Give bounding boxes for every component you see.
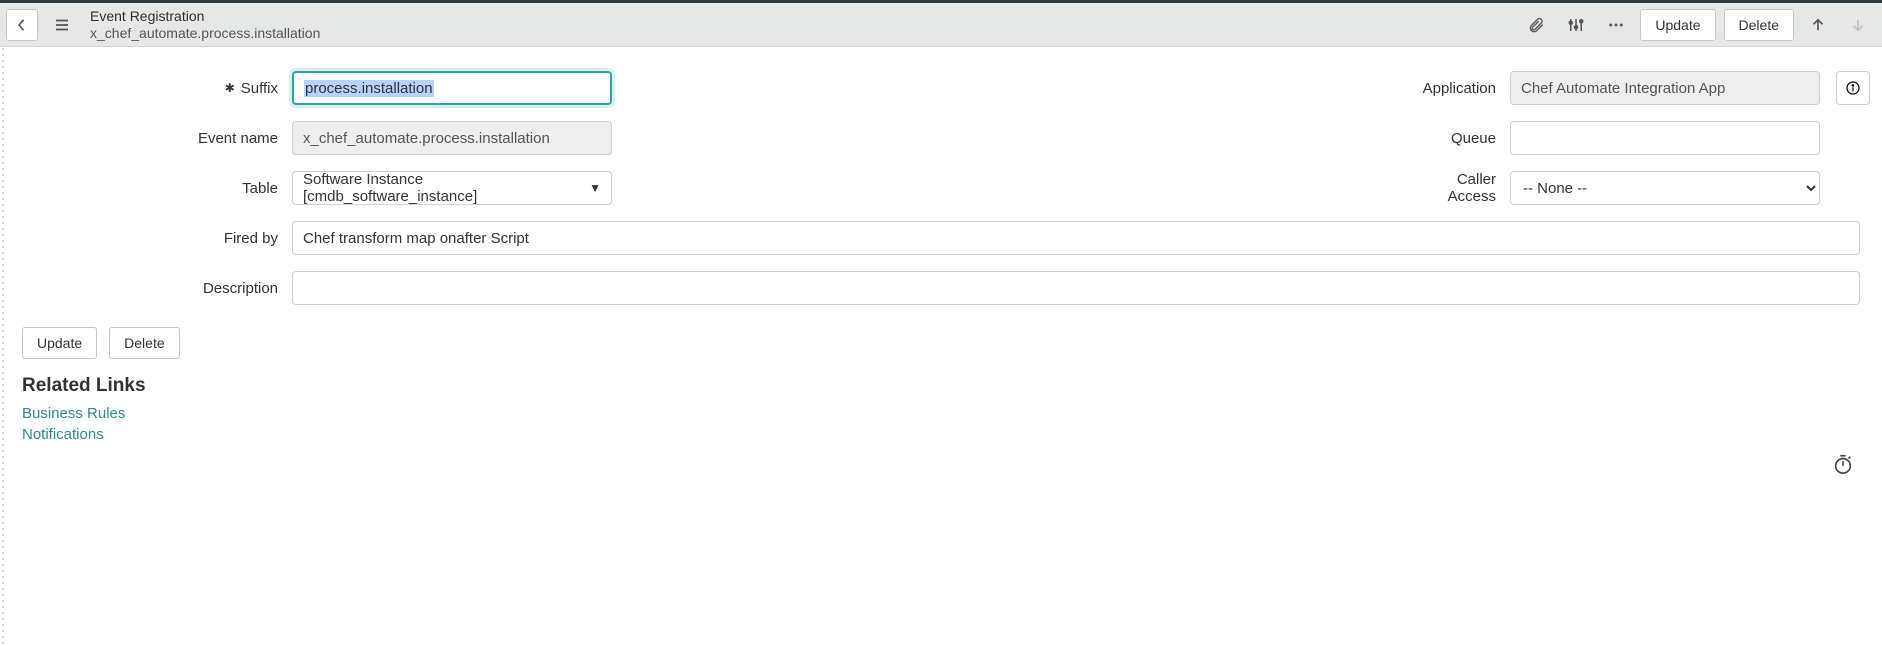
- label-description: Description: [22, 280, 292, 297]
- mandatory-icon: ✱: [225, 82, 235, 94]
- label-suffix: ✱ Suffix: [22, 80, 292, 97]
- description-input[interactable]: [292, 271, 1860, 305]
- suffix-input[interactable]: process.installation: [304, 80, 434, 97]
- form-content: ✱ Suffix process.installation Applicatio…: [0, 47, 1882, 443]
- delete-button-header[interactable]: Delete: [1724, 9, 1794, 41]
- stopwatch-icon: [1832, 453, 1854, 475]
- label-queue: Queue: [1410, 130, 1510, 147]
- label-fired-by: Fired by: [22, 230, 292, 247]
- caller-access-select[interactable]: -- None --: [1510, 171, 1820, 205]
- label-event-name: Event name: [22, 130, 292, 147]
- back-button[interactable]: [6, 9, 38, 41]
- application-value: Chef Automate Integration App: [1521, 80, 1725, 97]
- fired-by-input[interactable]: [292, 221, 1860, 255]
- form-header: Event Registration x_chef_automate.proce…: [0, 3, 1882, 47]
- more-horizontal-icon: [1607, 16, 1625, 34]
- table-select-value: Software Instance [cmdb_software_instanc…: [303, 171, 581, 205]
- label-caller-access: Caller Access: [1410, 171, 1510, 205]
- bottom-actions: Update Delete: [22, 327, 1860, 359]
- page-title: Event Registration: [90, 8, 320, 24]
- arrow-up-icon: [1809, 16, 1827, 34]
- context-menu-button[interactable]: [46, 9, 78, 41]
- related-links: Business Rules Notifications: [22, 405, 1860, 443]
- label-application: Application: [1410, 80, 1510, 97]
- personalize-form-button[interactable]: [1560, 9, 1592, 41]
- sliders-icon: [1567, 16, 1585, 34]
- fired-by-input-el[interactable]: [303, 222, 1849, 254]
- hamburger-icon: [53, 16, 71, 34]
- chevron-left-icon: [13, 16, 31, 34]
- info-icon: [1845, 80, 1861, 96]
- next-record-button[interactable]: [1842, 9, 1874, 41]
- application-info-button[interactable]: [1836, 71, 1870, 105]
- paperclip-icon: [1527, 16, 1545, 34]
- attachments-button[interactable]: [1520, 9, 1552, 41]
- header-right: Update Delete: [1520, 9, 1874, 41]
- event-name-value: x_chef_automate.process.installation: [303, 130, 550, 147]
- chevron-down-icon: ▼: [589, 181, 601, 195]
- queue-input-el[interactable]: [1521, 122, 1809, 154]
- link-notifications[interactable]: Notifications: [22, 426, 1860, 443]
- application-field: Chef Automate Integration App: [1510, 71, 1820, 105]
- queue-input[interactable]: [1510, 121, 1820, 155]
- description-input-el[interactable]: [303, 272, 1849, 304]
- update-button-bottom[interactable]: Update: [22, 327, 97, 359]
- delete-button-bottom[interactable]: Delete: [109, 327, 179, 359]
- response-time-button[interactable]: [1832, 453, 1854, 478]
- arrow-down-icon: [1849, 16, 1867, 34]
- label-suffix-text: Suffix: [241, 80, 278, 97]
- label-table: Table: [22, 180, 292, 197]
- more-options-button[interactable]: [1600, 9, 1632, 41]
- link-business-rules[interactable]: Business Rules: [22, 405, 1860, 422]
- previous-record-button[interactable]: [1802, 9, 1834, 41]
- table-select[interactable]: Software Instance [cmdb_software_instanc…: [292, 171, 612, 205]
- related-links-heading: Related Links: [22, 375, 1860, 397]
- record-display-value: x_chef_automate.process.installation: [90, 25, 320, 41]
- header-left: Event Registration x_chef_automate.proce…: [6, 8, 320, 40]
- suffix-input-wrapper[interactable]: process.installation: [292, 71, 612, 105]
- update-button-header[interactable]: Update: [1640, 9, 1715, 41]
- event-name-field: x_chef_automate.process.installation: [292, 121, 612, 155]
